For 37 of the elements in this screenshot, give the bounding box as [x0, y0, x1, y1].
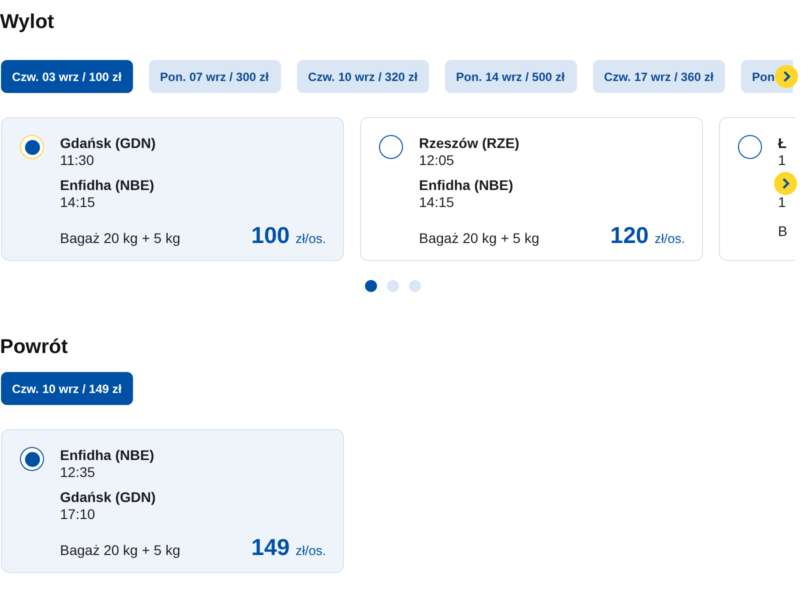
arrival-time: 1 — [778, 194, 786, 211]
flight-card[interactable]: Ł 1 1 B — [719, 117, 795, 261]
departure-time: 12:05 — [419, 152, 454, 169]
flight-card[interactable]: Gdańsk (GDN) 11:30 Enfidha (NBE) 14:15 Bagaż 20 kg + 5 kg 100 zł/os. — [1, 117, 344, 261]
date-tab[interactable]: Pon. 14 wrz / 500 zł — [445, 60, 577, 93]
baggage-info: B — [778, 223, 788, 240]
arrival-airport: Enfidha (NBE) — [419, 177, 514, 194]
arrival-time: 14:15 — [60, 194, 96, 211]
arrival-airport: Gdańsk (GDN) — [60, 489, 156, 506]
departure-airport: Gdańsk (GDN) — [60, 135, 156, 152]
price-unit: zł/os. — [654, 230, 685, 247]
price-unit: zł/os. — [296, 542, 326, 559]
departure-airport: Enfidha (NBE) — [60, 447, 154, 464]
departure-time: 12:35 — [60, 464, 96, 481]
baggage-info: Bagaż 20 kg + 5 kg — [60, 542, 180, 559]
departure-airport: Rzeszów (RZE) — [419, 135, 520, 152]
flight-card[interactable]: Rzeszów (RZE) 12:05 Enfidha (NBE) 14:15 Bagaż 20 kg + 5 kg 120 zł/os. — [360, 117, 703, 261]
date-tab[interactable]: Czw. 17 wrz / 360 zł — [593, 60, 725, 93]
section-title: Powrót — [0, 335, 68, 359]
departure-time: 11:30 — [60, 152, 94, 169]
section-title: Wylot — [0, 10, 54, 34]
arrival-time: 17:10 — [60, 506, 96, 523]
departure-time: 1 — [778, 152, 786, 169]
departure-airport: Ł — [778, 135, 787, 152]
baggage-info: Bagaż 20 kg + 5 kg — [60, 230, 180, 247]
price: 120 — [610, 223, 649, 247]
date-tab[interactable]: Czw. 10 wrz / 320 zł — [297, 60, 429, 93]
price-unit: zł/os. — [296, 230, 326, 247]
date-tab[interactable]: Czw. 03 wrz / 100 zł — [1, 60, 133, 93]
price: 100 — [251, 223, 290, 247]
date-tab[interactable]: Pon. 07 wrz / 300 zł — [149, 60, 281, 93]
baggage-info: Bagaż 20 kg + 5 kg — [419, 230, 540, 247]
date-tab[interactable]: Czw. 10 wrz / 149 zł — [1, 372, 133, 405]
arrival-airport: Enfidha (NBE) — [60, 177, 154, 194]
flight-card[interactable]: Enfidha (NBE) 12:35 Gdańsk (GDN) 17:10 Bagaż 20 kg + 5 kg 149 zł/os. — [1, 429, 344, 573]
arrival-time: 14:15 — [419, 194, 454, 211]
price: 149 — [251, 535, 290, 559]
